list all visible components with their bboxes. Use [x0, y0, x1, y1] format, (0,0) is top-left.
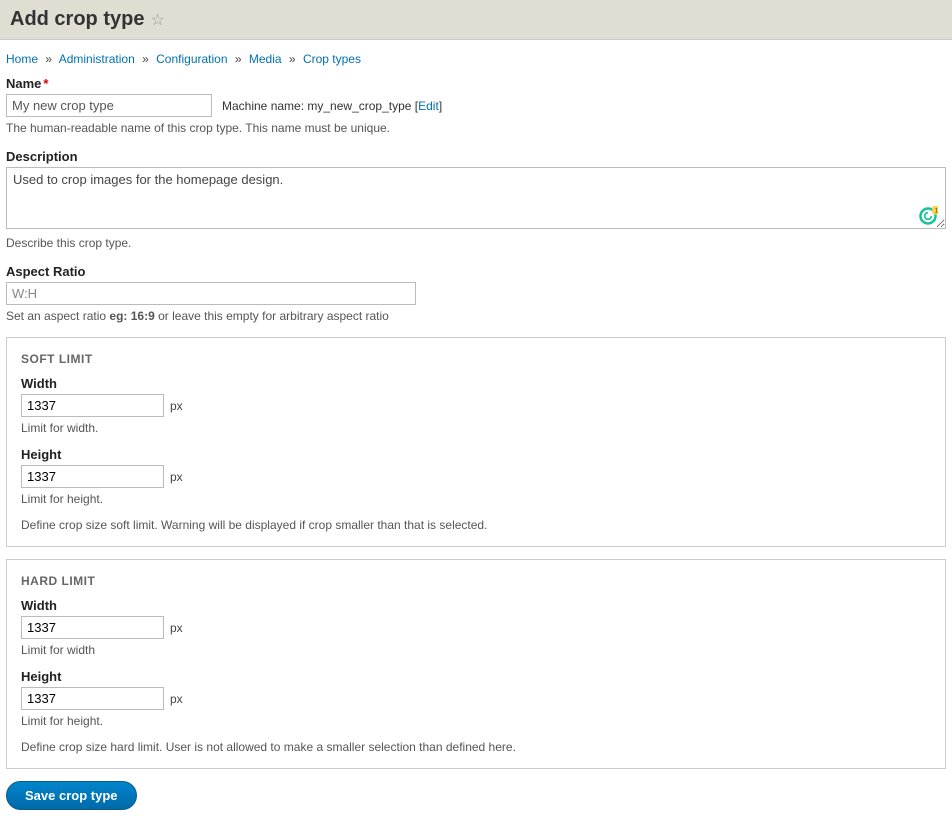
- hard-limit-height-input[interactable]: [21, 687, 164, 710]
- px-suffix: px: [170, 621, 183, 635]
- machine-name-value: my_new_crop_type: [307, 99, 411, 113]
- description-textarea[interactable]: [6, 167, 946, 229]
- soft-limit-width-label: Width: [21, 376, 931, 391]
- machine-name-prefix: Machine name:: [222, 99, 304, 113]
- aspect-ratio-input[interactable]: [6, 282, 416, 305]
- soft-limit-width-input[interactable]: [21, 394, 164, 417]
- breadcrumb-separator: »: [45, 52, 52, 66]
- soft-limit-height-field: Height px Limit for height.: [21, 447, 931, 506]
- hard-limit-fieldset: HARD LIMIT Width px Limit for width Heig…: [6, 559, 946, 769]
- px-suffix: px: [170, 692, 183, 706]
- breadcrumb-separator: »: [235, 52, 242, 66]
- breadcrumb-administration[interactable]: Administration: [59, 52, 135, 66]
- description-help-text: Describe this crop type.: [6, 236, 946, 250]
- page-title: Add crop type: [10, 8, 144, 31]
- px-suffix: px: [170, 399, 183, 413]
- save-crop-type-button[interactable]: Save crop type: [6, 781, 137, 810]
- breadcrumb-crop-types[interactable]: Crop types: [303, 52, 361, 66]
- machine-name-edit-link[interactable]: Edit: [418, 99, 439, 113]
- hard-limit-width-field: Width px Limit for width: [21, 598, 931, 657]
- hard-limit-height-field: Height px Limit for height.: [21, 669, 931, 728]
- content-region: Home » Administration » Configuration » …: [0, 40, 952, 830]
- soft-limit-height-input[interactable]: [21, 465, 164, 488]
- soft-limit-height-label: Height: [21, 447, 931, 462]
- soft-limit-width-field: Width px Limit for width.: [21, 376, 931, 435]
- description-label: Description: [6, 149, 946, 164]
- aspect-ratio-label: Aspect Ratio: [6, 264, 946, 279]
- soft-limit-fieldset: SOFT LIMIT Width px Limit for width. Hei…: [6, 337, 946, 547]
- page-header: Add crop type ☆: [0, 0, 952, 40]
- soft-limit-height-help: Limit for height.: [21, 492, 931, 506]
- breadcrumb-configuration[interactable]: Configuration: [156, 52, 227, 66]
- soft-limit-title: SOFT LIMIT: [21, 352, 931, 366]
- breadcrumb-media[interactable]: Media: [249, 52, 282, 66]
- hard-limit-height-help: Limit for height.: [21, 714, 931, 728]
- soft-limit-width-help: Limit for width.: [21, 421, 931, 435]
- hard-limit-title: HARD LIMIT: [21, 574, 931, 588]
- name-label: Name*: [6, 76, 946, 91]
- grammarly-icon[interactable]: 1: [918, 206, 938, 226]
- name-help-text: The human-readable name of this crop typ…: [6, 121, 946, 135]
- aspect-ratio-field: Aspect Ratio Set an aspect ratio eg: 16:…: [6, 264, 946, 323]
- description-field: Description 1 Describe this crop type.: [6, 149, 946, 250]
- name-input[interactable]: [6, 94, 212, 117]
- breadcrumb: Home » Administration » Configuration » …: [6, 48, 946, 76]
- svg-text:1: 1: [934, 208, 938, 215]
- favorite-star-icon[interactable]: ☆: [150, 10, 164, 30]
- name-field: Name* Machine name: my_new_crop_type [Ed…: [6, 76, 946, 135]
- machine-name-display: Machine name: my_new_crop_type [Edit]: [222, 99, 442, 113]
- hard-limit-description: Define crop size hard limit. User is not…: [21, 740, 931, 754]
- hard-limit-width-help: Limit for width: [21, 643, 931, 657]
- required-marker: *: [43, 76, 48, 91]
- name-label-text: Name: [6, 76, 41, 91]
- soft-limit-description: Define crop size soft limit. Warning wil…: [21, 518, 931, 532]
- aspect-help-example: eg: 16:9: [109, 309, 154, 323]
- px-suffix: px: [170, 470, 183, 484]
- breadcrumb-separator: »: [142, 52, 149, 66]
- hard-limit-width-label: Width: [21, 598, 931, 613]
- breadcrumb-separator: »: [289, 52, 296, 66]
- aspect-help-pre: Set an aspect ratio: [6, 309, 109, 323]
- hard-limit-height-label: Height: [21, 669, 931, 684]
- breadcrumb-home[interactable]: Home: [6, 52, 38, 66]
- aspect-help-post: or leave this empty for arbitrary aspect…: [155, 309, 389, 323]
- hard-limit-width-input[interactable]: [21, 616, 164, 639]
- aspect-ratio-help-text: Set an aspect ratio eg: 16:9 or leave th…: [6, 309, 946, 323]
